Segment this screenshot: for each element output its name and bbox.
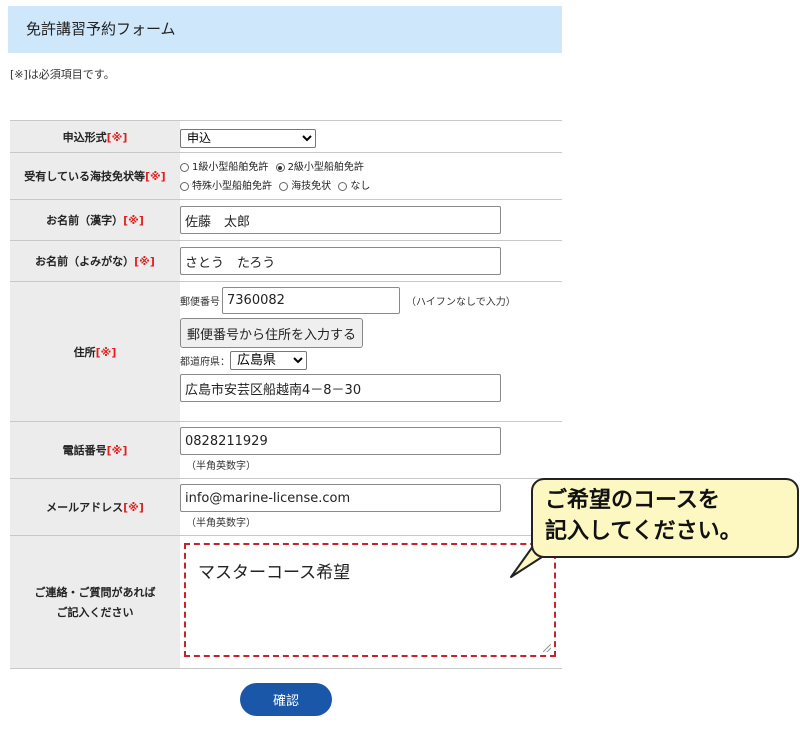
callout-line-1: ご希望のコースを [545,488,720,513]
label-address: 住所[※] [10,281,180,422]
label-email: メールアドレス[※] [10,478,180,536]
required-mark: [※] [123,501,144,514]
label-license: 受有している海技免状等[※] [10,152,180,200]
row-phone: 電話番号[※] （半角英数字） [10,421,562,479]
postal-label: 郵便番号 [180,297,220,308]
form-title: 免許講習予約フォーム [8,6,562,53]
row-address: 住所[※] 郵便番号 （ハイフンなしで入力） 郵便番号から住所を入力する 都道府… [10,281,562,422]
street-address-input[interactable] [180,374,501,402]
name-kanji-input[interactable] [180,206,501,234]
reservation-form-table: 申込形式[※] 申込 受有している海技免状等[※] 1級小型船舶免許 2級小型船… [10,120,562,669]
postal-hint: （ハイフンなしで入力） [406,297,516,308]
required-mark: [※] [134,255,155,268]
postal-code-input[interactable] [222,287,400,314]
radio-license-none[interactable]: なし [338,178,370,195]
required-note: [※]は必須項目です。 [10,68,115,81]
radio-circle[interactable] [180,182,189,191]
instruction-callout: ご希望のコースを 記入してください。 [531,478,799,558]
name-kana-input[interactable] [180,247,501,275]
radio-circle-selected[interactable] [275,163,285,172]
required-mark: [※] [106,444,128,457]
message-textarea[interactable]: マスターコース希望 [184,543,556,657]
label-message: ご連絡・ご質問があれば ご記入ください [10,535,180,669]
radio-license-1kyu[interactable]: 1級小型船舶免許 [180,159,268,176]
row-name-kanji: お名前（漢字）[※] [10,199,562,241]
callout-line-2: 記入してください。 [545,519,742,544]
row-name-kana: お名前（よみがな）[※] [10,240,562,282]
required-mark: [※] [106,130,128,144]
email-hint: （半角英数字） [186,518,256,529]
message-text: マスターコース希望 [198,563,351,583]
confirm-button[interactable]: 確認 [240,683,332,716]
label-application-type: 申込形式[※] [10,120,180,153]
required-mark: [※] [144,170,166,183]
radio-license-2kyu[interactable]: 2級小型船舶免許 [275,159,364,176]
label-name-kanji: お名前（漢字）[※] [10,199,180,241]
required-mark: [※] [123,214,144,227]
row-application-type: 申込形式[※] 申込 [10,120,562,153]
prefecture-select[interactable]: 広島県 [230,351,307,370]
application-type-select[interactable]: 申込 [180,128,316,148]
radio-circle[interactable] [180,163,189,172]
row-license: 受有している海技免状等[※] 1級小型船舶免許 2級小型船舶免許 特殊小型船舶免… [10,152,562,200]
radio-license-tokushu[interactable]: 特殊小型船舶免許 [180,178,272,195]
resize-handle-icon[interactable] [543,644,551,652]
required-mark: [※] [95,345,117,359]
phone-hint: （半角英数字） [186,461,256,472]
label-phone: 電話番号[※] [10,421,180,479]
label-name-kana: お名前（よみがな）[※] [10,240,180,282]
row-email: メールアドレス[※] （半角英数字） [10,478,562,536]
prefecture-label: 都道府県： [180,357,230,368]
email-input[interactable] [180,484,501,512]
postal-lookup-button[interactable]: 郵便番号から住所を入力する [180,318,364,348]
phone-input[interactable] [180,427,501,455]
row-message: ご連絡・ご質問があれば ご記入ください マスターコース希望 [10,535,562,669]
radio-circle[interactable] [338,182,348,191]
radio-license-kaigi[interactable]: 海技免状 [279,178,331,195]
radio-circle[interactable] [279,182,289,191]
